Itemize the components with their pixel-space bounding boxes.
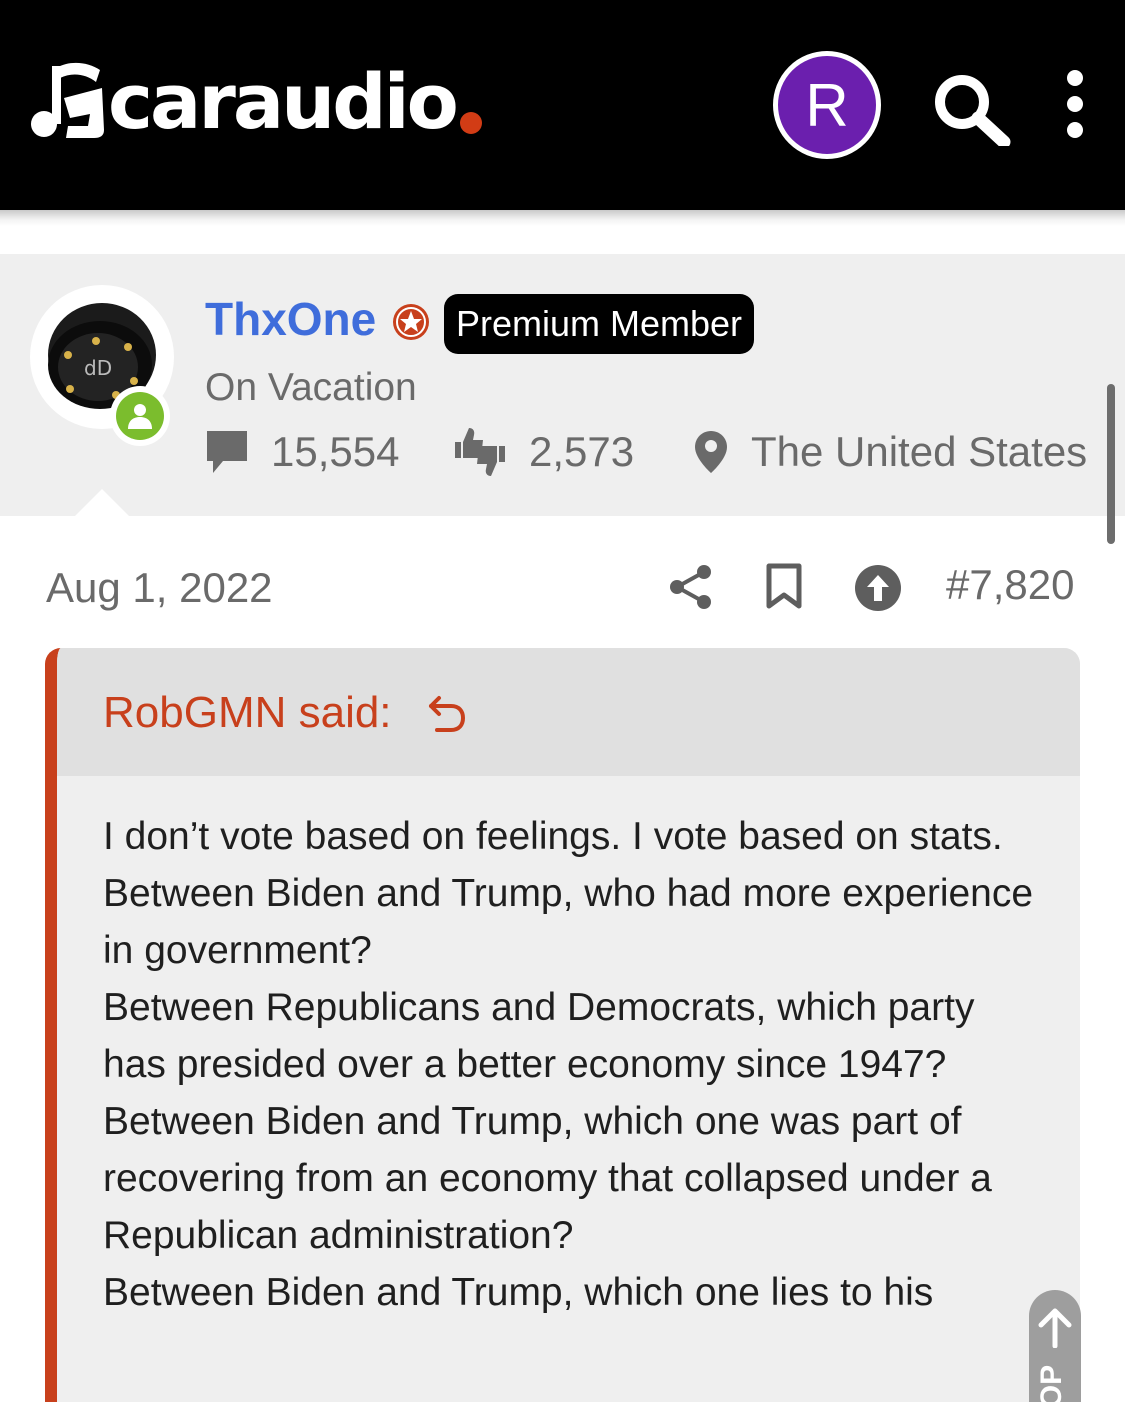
upvote-icon[interactable] [854,564,902,612]
arrow-up-icon [1038,1308,1072,1348]
star-badge-icon [393,304,429,340]
quote-line: Between Biden and Trump, who had more ex… [103,872,1034,972]
more-vertical-icon[interactable] [1058,70,1092,140]
reaction-score-value: 2,573 [529,428,635,475]
quote-line: Between Republicans and Democrats, which… [103,986,975,1086]
location-pin-icon [695,431,727,473]
user-status-text: On Vacation [205,366,417,409]
online-status-badge [110,386,170,446]
username-link[interactable]: ThxOne [205,292,376,346]
page-scrollbar[interactable] [1107,384,1115,544]
thumbs-up-down-icon [455,428,505,476]
quote-line: Between Biden and Trump, which one was p… [103,1100,992,1257]
bookmark-icon[interactable] [764,563,804,609]
message-count[interactable]: 15,554 [205,424,399,480]
premium-member-badge: Premium Member [444,294,755,354]
user-online-icon [128,404,152,429]
search-icon[interactable] [930,70,1014,146]
quote-content: I don’t vote based on feelings. I vote b… [103,808,1043,1321]
reaction-score[interactable]: 2,573 [453,424,634,480]
message-count-value: 15,554 [271,428,400,475]
account-avatar-button[interactable]: R [773,51,881,159]
quote-block: RobGMN said: I don’t vote based on feeli… [45,648,1080,1402]
post-number-link[interactable]: #7,820 [946,561,1074,609]
post-date[interactable]: Aug 1, 2022 [46,564,273,612]
top-navigation-bar: caraudio R [0,0,1125,210]
comment-icon [207,431,247,473]
back-to-top-label: TOP [1035,1364,1068,1402]
user-info-arrow [73,489,131,518]
logo-dot [459,112,482,134]
user-location-value: The United States [751,428,1088,475]
quote-author[interactable]: RobGMN said: [103,688,392,738]
user-location[interactable]: The United States [693,424,1087,480]
site-logo[interactable]: caraudio [30,58,482,140]
jump-to-quote-icon[interactable] [427,690,467,734]
header-shadow [0,210,1125,226]
logo-text: caraudio [108,57,459,146]
back-to-top-button[interactable]: TOP [1029,1290,1081,1402]
quote-line: Between Biden and Trump, which one lies … [103,1271,934,1314]
quote-line: I don’t vote based on feelings. I vote b… [103,815,1003,858]
logo-music-note-icon [31,62,104,138]
share-icon[interactable] [668,563,714,611]
quote-header[interactable]: RobGMN said: [57,648,1080,776]
svg-text:dD: dD [84,356,112,380]
